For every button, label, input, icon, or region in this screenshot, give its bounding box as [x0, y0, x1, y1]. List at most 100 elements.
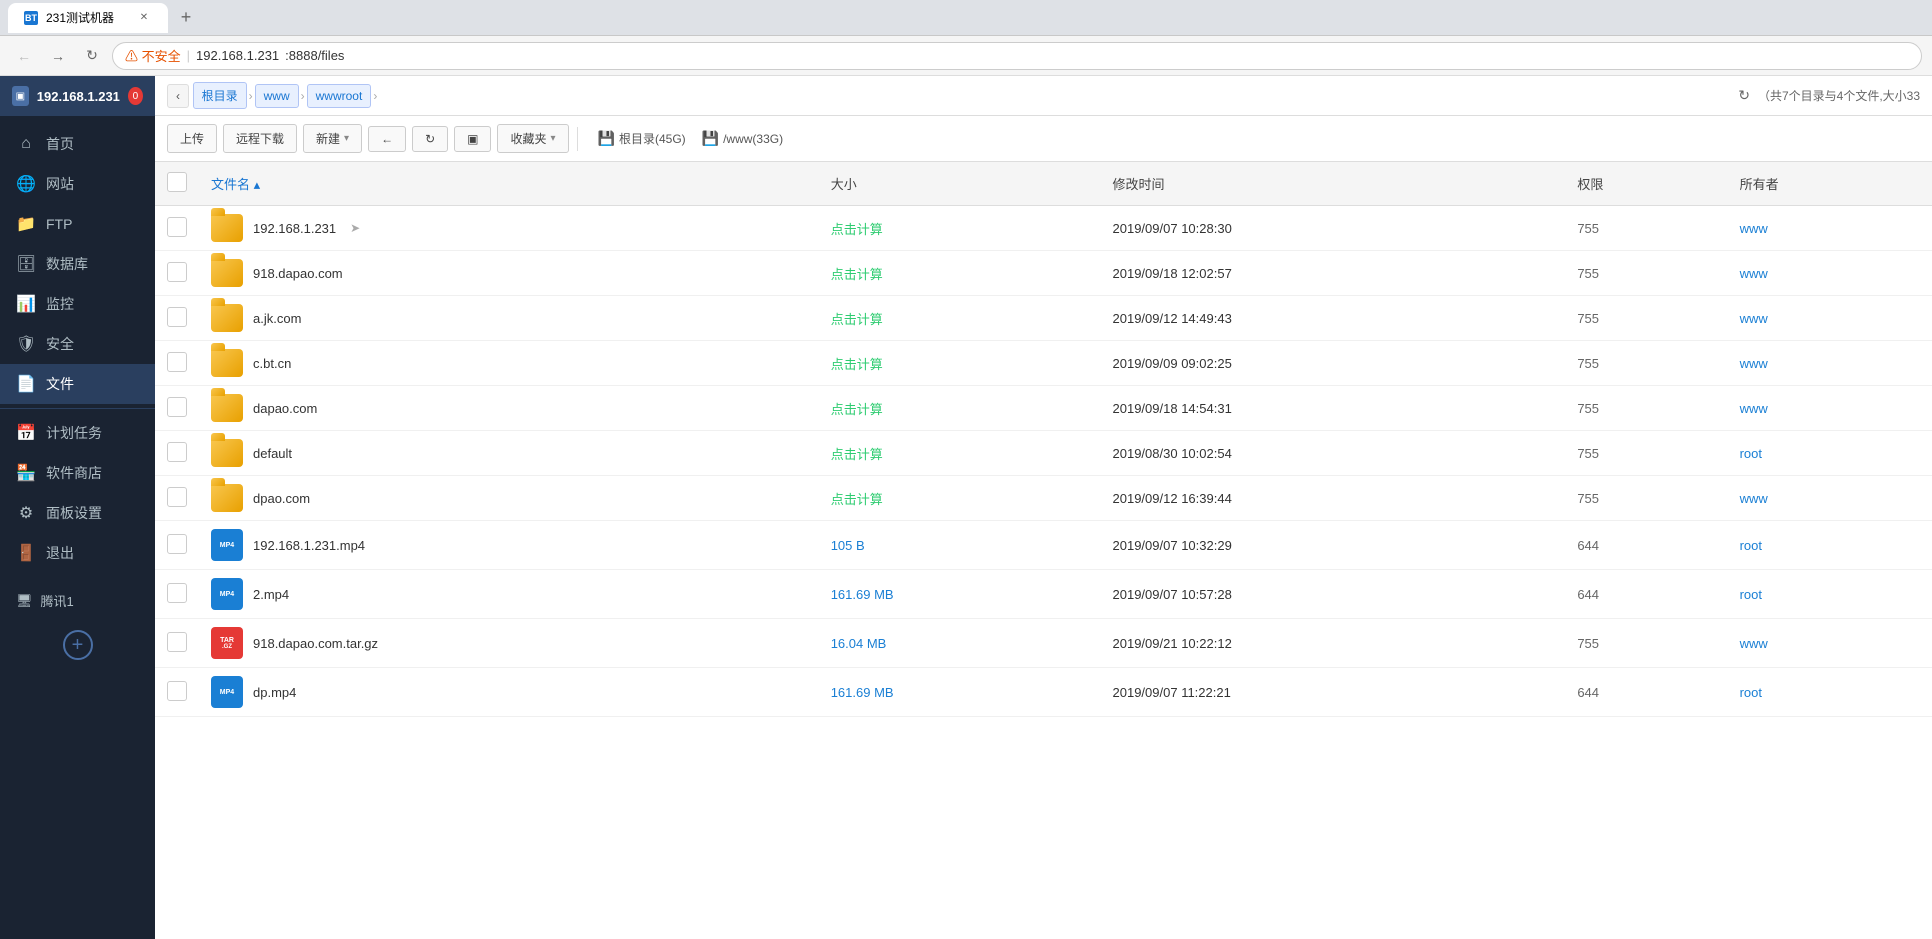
- row-owner-cell: www: [1728, 386, 1932, 431]
- file-name-text[interactable]: default: [253, 446, 292, 461]
- sidebar-item-home[interactable]: ⌂ 首页: [0, 124, 155, 164]
- breadcrumb-back-button[interactable]: ‹: [167, 84, 189, 108]
- bookmark-button[interactable]: 收藏夹 ▾: [497, 124, 568, 153]
- file-name-text[interactable]: dp.mp4: [253, 685, 296, 700]
- disk-root: 💾 根目录(45G): [598, 130, 686, 147]
- add-server-button[interactable]: +: [63, 630, 93, 660]
- address-path: :8888/files: [285, 48, 344, 63]
- row-owner-cell: www: [1728, 341, 1932, 386]
- sidebar-item-ftp[interactable]: 📁 FTP: [0, 204, 155, 244]
- breadcrumb-refresh-button[interactable]: ↻: [1730, 83, 1758, 108]
- new-label: 新建: [316, 130, 340, 147]
- drag-handle-icon: ➤: [350, 221, 360, 235]
- row-owner-cell: root: [1728, 521, 1932, 570]
- reload-button[interactable]: ↻: [78, 42, 106, 70]
- file-name-text[interactable]: dpao.com: [253, 491, 310, 506]
- row-checkbox[interactable]: [167, 534, 187, 554]
- row-modified-cell: 2019/09/21 10:22:12: [1101, 619, 1566, 668]
- row-size-cell[interactable]: 点击计算: [819, 206, 1101, 251]
- row-name-cell: a.jk.com: [199, 296, 819, 341]
- breadcrumb-sep-3: ›: [373, 89, 377, 103]
- row-checkbox[interactable]: [167, 217, 187, 237]
- back-button[interactable]: ←: [10, 42, 38, 70]
- file-name-text[interactable]: dapao.com: [253, 401, 317, 416]
- row-modified-cell: 2019/09/18 12:02:57: [1101, 251, 1566, 296]
- row-checkbox[interactable]: [167, 397, 187, 417]
- disk-www-icon: 💾: [702, 130, 719, 147]
- toolbar: 上传 远程下载 新建 ▾ ← ↻ ▣ 收藏夹 ▾: [155, 116, 1932, 162]
- row-size-cell[interactable]: 点击计算: [819, 296, 1101, 341]
- row-checkbox-cell: [155, 619, 199, 668]
- folder-icon: [211, 259, 243, 287]
- sidebar-item-settings[interactable]: ⚙ 面板设置: [0, 493, 155, 533]
- tab-close-button[interactable]: ✕: [136, 10, 152, 26]
- sidebar-item-logout[interactable]: 🚪 退出: [0, 533, 155, 573]
- row-permissions-cell: 755: [1565, 341, 1727, 386]
- upload-button[interactable]: 上传: [167, 124, 217, 153]
- breadcrumb-item-wwwroot[interactable]: wwwroot: [307, 84, 372, 108]
- row-modified-cell: 2019/09/18 14:54:31: [1101, 386, 1566, 431]
- browser-tab[interactable]: BT 231测试机器 ✕: [8, 3, 168, 33]
- main-content: ‹ 根目录 › www › wwwroot › ↻ （共7个目录与4个文件,大小…: [155, 76, 1932, 939]
- sidebar-item-security[interactable]: 🛡 安全: [0, 324, 155, 364]
- sidebar-item-database[interactable]: 🗄 数据库: [0, 244, 155, 284]
- remote-download-button[interactable]: 远程下载: [223, 124, 297, 153]
- sidebar-item-monitor[interactable]: 📊 监控: [0, 284, 155, 324]
- file-name-text[interactable]: 192.168.1.231: [253, 221, 336, 236]
- toolbar-back-icon: ←: [381, 132, 393, 146]
- tab-favicon: BT: [24, 11, 38, 25]
- table-row: dpao.com点击计算2019/09/12 16:39:44755www: [155, 476, 1932, 521]
- row-name-cell: TAR.GZ 918.dapao.com.tar.gz: [199, 619, 819, 668]
- row-modified-cell: 2019/09/12 16:39:44: [1101, 476, 1566, 521]
- database-icon: 🗄: [16, 254, 36, 274]
- breadcrumb-item-root[interactable]: 根目录: [193, 82, 247, 109]
- row-size-cell[interactable]: 点击计算: [819, 476, 1101, 521]
- row-size-cell[interactable]: 点击计算: [819, 341, 1101, 386]
- row-size-cell: 105 B: [819, 521, 1101, 570]
- new-tab-button[interactable]: +: [172, 4, 200, 32]
- row-checkbox[interactable]: [167, 352, 187, 372]
- file-name-text[interactable]: a.jk.com: [253, 311, 301, 326]
- file-name-text[interactable]: 192.168.1.231.mp4: [253, 538, 365, 553]
- toolbar-back-button[interactable]: ←: [368, 126, 406, 152]
- sidebar-label-scheduled: 计划任务: [46, 423, 102, 443]
- sidebar-item-website[interactable]: 🌐 网站: [0, 164, 155, 204]
- forward-button[interactable]: →: [44, 42, 72, 70]
- address-bar[interactable]: ⚠ 不安全 | 192.168.1.231 :8888/files: [112, 42, 1922, 70]
- file-name-content: c.bt.cn: [211, 349, 807, 377]
- row-checkbox[interactable]: [167, 262, 187, 282]
- browser-titlebar: BT 231测试机器 ✕ +: [0, 0, 1932, 36]
- table-row: a.jk.com点击计算2019/09/12 14:49:43755www: [155, 296, 1932, 341]
- file-name-text[interactable]: 918.dapao.com.tar.gz: [253, 636, 378, 651]
- row-checkbox[interactable]: [167, 307, 187, 327]
- sidebar-item-appstore[interactable]: 🏪 软件商店: [0, 453, 155, 493]
- header-name: 文件名 ▴: [199, 162, 819, 206]
- sidebar-item-scheduled[interactable]: 📅 计划任务: [0, 413, 155, 453]
- row-permissions-cell: 755: [1565, 619, 1727, 668]
- file-name-text[interactable]: 2.mp4: [253, 587, 289, 602]
- targz-file-icon: TAR.GZ: [211, 627, 243, 659]
- row-size-cell[interactable]: 点击计算: [819, 386, 1101, 431]
- terminal-button[interactable]: ▣: [454, 126, 491, 152]
- row-checkbox[interactable]: [167, 442, 187, 462]
- row-size-cell[interactable]: 点击计算: [819, 431, 1101, 476]
- row-size-cell[interactable]: 点击计算: [819, 251, 1101, 296]
- notification-badge: 0: [128, 87, 143, 105]
- disk-root-icon: 💾: [598, 130, 615, 147]
- new-button[interactable]: 新建 ▾: [303, 124, 362, 153]
- row-checkbox[interactable]: [167, 583, 187, 603]
- sidebar-item-files[interactable]: 📄 文件: [0, 364, 155, 404]
- toolbar-refresh-button[interactable]: ↻: [412, 126, 448, 152]
- row-checkbox[interactable]: [167, 487, 187, 507]
- breadcrumb-item-www[interactable]: www: [255, 84, 299, 108]
- select-all-checkbox[interactable]: [167, 172, 187, 192]
- file-name-text[interactable]: 918.dapao.com: [253, 266, 343, 281]
- row-checkbox[interactable]: [167, 632, 187, 652]
- scheduled-icon: 📅: [16, 423, 36, 443]
- row-permissions-cell: 644: [1565, 668, 1727, 717]
- table-row: MP4dp.mp4161.69 MB2019/09/07 11:22:21644…: [155, 668, 1932, 717]
- file-name-text[interactable]: c.bt.cn: [253, 356, 291, 371]
- row-owner-cell: www: [1728, 251, 1932, 296]
- sidebar-label-appstore: 软件商店: [46, 463, 102, 483]
- row-checkbox[interactable]: [167, 681, 187, 701]
